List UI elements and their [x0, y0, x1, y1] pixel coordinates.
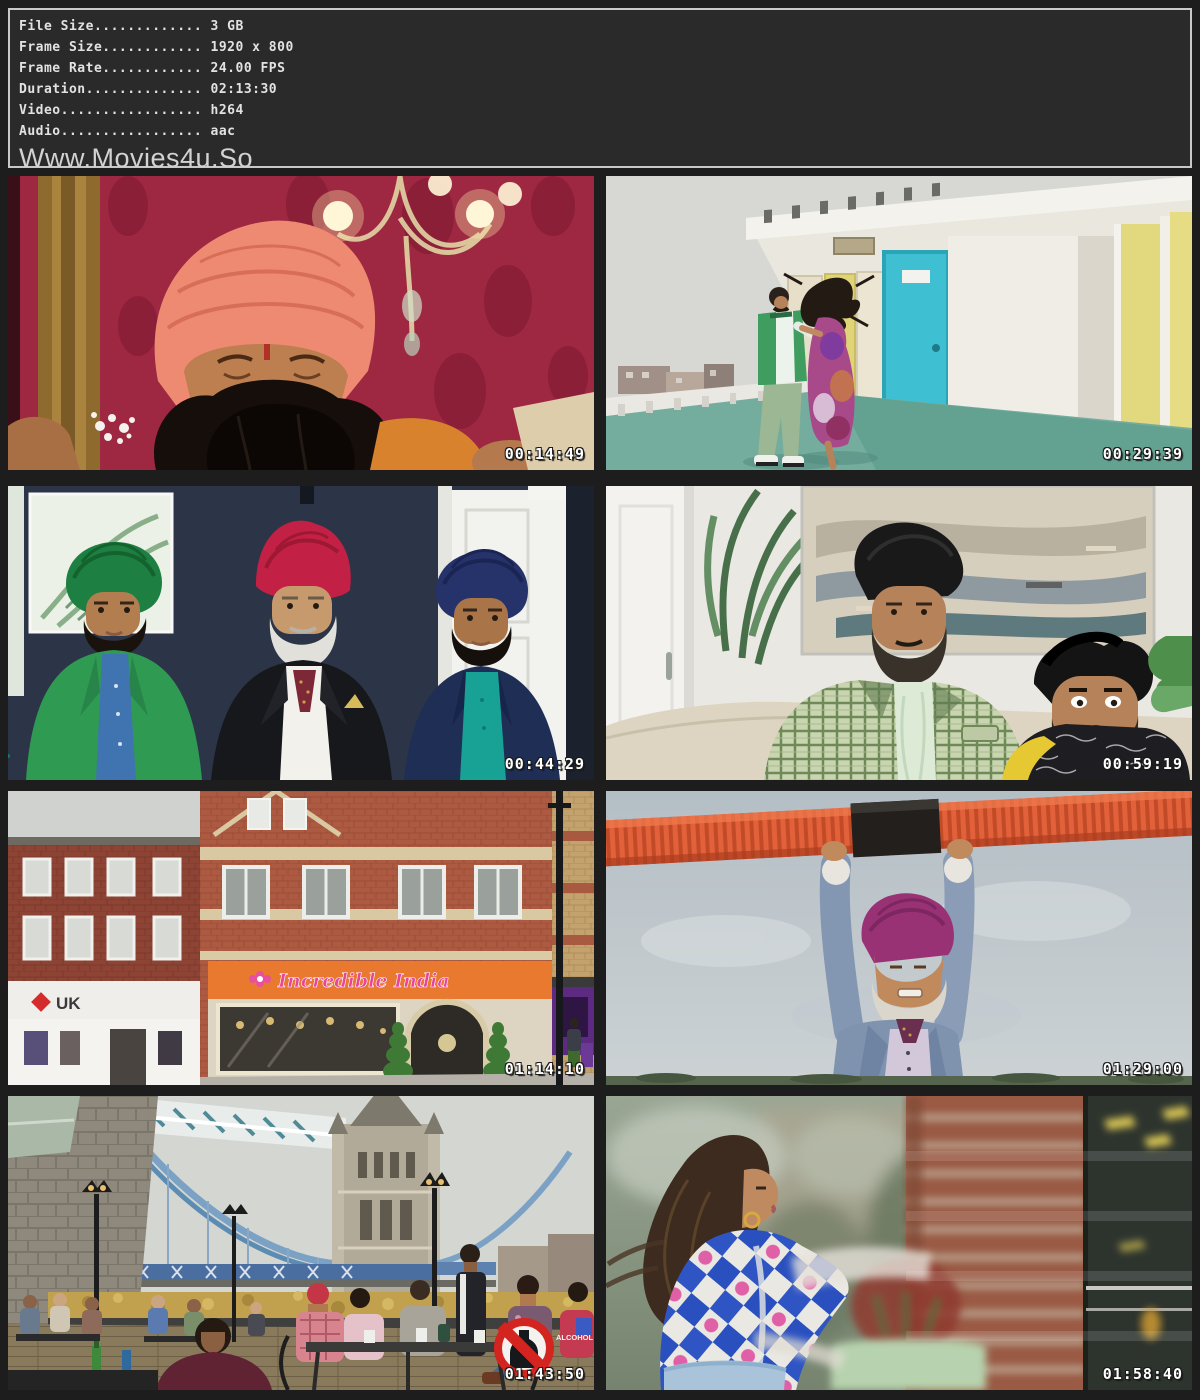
timestamp-badge: 00:29:39 — [1103, 445, 1183, 463]
mint-planter — [831, 1339, 986, 1390]
pedestrian — [567, 1018, 581, 1051]
still-image-seer-red-room — [8, 176, 594, 470]
still-image-living-room — [606, 486, 1192, 780]
still-image-three-men — [8, 486, 594, 780]
still-image-hanging-pipe — [606, 791, 1192, 1085]
movie-still-1: 00:14:49 — [8, 176, 594, 470]
media-info-panel: File Size............. 3 GB Frame Size..… — [8, 8, 1192, 168]
file-size-line: File Size............. 3 GB — [19, 16, 1190, 37]
movie-still-2: 00:29:39 — [606, 176, 1192, 470]
still-image-london-street: UK Incredible India — [8, 791, 594, 1085]
movie-still-6: 01:29:00 — [606, 791, 1192, 1085]
still-image-tower-bridge-cafe: ALCOHOL CONSUMPTION IS INJURIOUS TO HEAL… — [8, 1096, 594, 1390]
dark-window — [1083, 1096, 1192, 1390]
movie-still-3: 00:44:29 — [8, 486, 594, 780]
frame-rate-line: Frame Rate............ 24.00 FPS — [19, 58, 1190, 79]
duration-line: Duration.............. 02:13:30 — [19, 79, 1190, 100]
movie-still-7: ALCOHOL CONSUMPTION IS INJURIOUS TO HEAL… — [8, 1096, 594, 1390]
still-image-motion-blur — [606, 1096, 1192, 1390]
abstract-painting — [802, 486, 1154, 654]
still-image-beach-huts — [606, 176, 1192, 470]
restaurant-sign-text: Incredible India — [277, 970, 450, 992]
movie-still-5: UK Incredible India — [8, 791, 594, 1085]
alcohol-warning-text: ALCOHOL CONSUMPTION IS INJURIOUS TO HEAL… — [556, 1333, 594, 1342]
monstera-plant — [1148, 636, 1192, 712]
timestamp-badge: 00:14:49 — [505, 445, 585, 463]
audio-codec-line: Audio................. aac — [19, 121, 1190, 142]
video-codec-line: Video................. h264 — [19, 100, 1190, 121]
movie-still-8: 01:58:40 — [606, 1096, 1192, 1390]
timestamp-badge: 01:14:10 — [505, 1060, 585, 1078]
timestamp-badge: 00:59:19 — [1103, 755, 1183, 773]
uk-shop-sign: UK — [56, 994, 81, 1013]
frame-size-line: Frame Size............ 1920 x 800 — [19, 37, 1190, 58]
timestamp-badge: 01:29:00 — [1103, 1060, 1183, 1078]
timestamp-badge: 01:43:50 — [505, 1365, 585, 1383]
movie-still-4: 00:59:19 — [606, 486, 1192, 780]
timestamp-badge: 00:44:29 — [505, 755, 585, 773]
timestamp-badge: 01:58:40 — [1103, 1365, 1183, 1383]
incredible-india-building: Incredible India — [200, 791, 552, 1085]
left-building: UK — [8, 837, 200, 1085]
site-watermark: Www.Movies4u.So — [19, 143, 1190, 173]
